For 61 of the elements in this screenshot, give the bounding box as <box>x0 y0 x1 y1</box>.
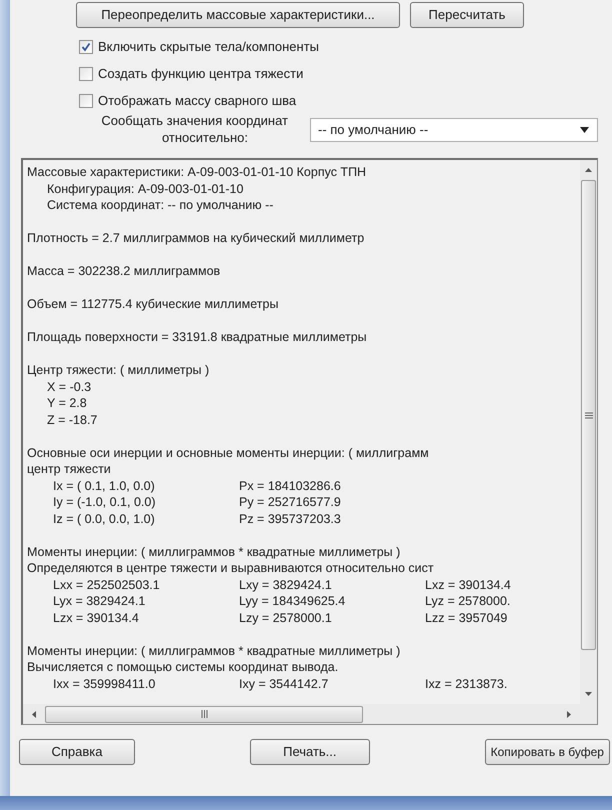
result-text: Z = -18.7 <box>47 412 98 428</box>
coordinate-dropdown[interactable]: -- по умолчанию -- <box>310 118 598 142</box>
result-value: Ixx = 359998411.0 <box>53 676 156 690</box>
result-value: Lxy = 3829424.1 <box>239 578 332 592</box>
result-text: Масса = 302238.2 миллиграммов <box>27 263 220 280</box>
checkbox[interactable] <box>79 94 93 108</box>
result-text: X = -0.3 <box>47 378 92 395</box>
result-value: Py = 252716577.9 <box>239 495 341 509</box>
result-text: Объем = 112775.4 кубические миллиметры <box>27 296 278 312</box>
result-value: Ix = ( 0.1, 1.0, 0.0) <box>53 478 155 492</box>
vertical-scrollbar[interactable] <box>580 160 597 704</box>
scroll-left-icon <box>32 710 36 718</box>
grip-icon <box>584 412 592 418</box>
result-value: Lxz = 390134.4 <box>425 578 511 592</box>
scroll-down-icon <box>585 692 592 696</box>
result-text: Площадь поверхности = 33191.8 квадратные миллиметры <box>27 329 367 346</box>
checkbox[interactable] <box>79 40 93 54</box>
result-text: Конфигурация: A-09-003-01-01-10 <box>47 180 244 197</box>
dropdown-arrow-icon <box>580 127 589 133</box>
field-label: относительно: <box>162 129 248 146</box>
result-value: Iz = ( 0.0, 0.0, 1.0) <box>53 512 155 526</box>
result-text: Плотность = 2.7 миллиграммов на кубический миллиметр <box>27 230 364 246</box>
result-value: Ixz = 2313873. <box>425 676 508 690</box>
result-text: Моменты инерции: ( миллиграммов * квадратные миллиметры ) <box>27 544 400 560</box>
checkbox[interactable] <box>79 67 93 81</box>
result-text: Y = 2.8 <box>47 395 87 412</box>
result-value: Iy = (-1.0, 0.1, 0.0) <box>53 495 156 509</box>
checkbox-label: Отображать массу сварного шва <box>98 92 296 110</box>
dialog-button[interactable]: Справка <box>19 739 135 765</box>
result-value: Px = 184103286.6 <box>239 478 341 492</box>
result-value: Lzx = 390134.4 <box>53 610 139 624</box>
check-icon <box>81 42 91 52</box>
result-value: Lzz = 3957049 <box>425 610 508 624</box>
dialog-button[interactable]: Пересчитать <box>410 2 524 28</box>
grip-icon <box>200 710 208 718</box>
scroll-right-icon <box>567 710 571 718</box>
result-text: Массовые характеристики: A-09-003-01-01-10 Корпус ТПН <box>27 164 366 180</box>
scrollbar-thumb[interactable] <box>581 180 596 650</box>
result-text: Определяются в центре тяжести и выравниваются относительно сист <box>27 560 434 576</box>
dialog-button[interactable]: Переопределить массовые характеристики... <box>76 2 400 28</box>
dialog-button[interactable]: Копировать в буфер <box>484 739 610 765</box>
result-value: Lyy = 184349625.4 <box>239 594 346 608</box>
dialog-button[interactable]: Печать... <box>250 739 370 765</box>
result-value: Lxx = 252502503.1 <box>53 578 160 592</box>
result-value: Lyz = 2578000. <box>425 594 510 608</box>
result-text: Моменты инерции: ( миллиграммов * квадратные миллиметры ) <box>27 642 400 659</box>
result-value: Ixy = 3544142.7 <box>239 676 328 690</box>
checkbox-label: Создать функцию центра тяжести <box>98 65 304 84</box>
checkbox-label: Включить скрытые тела/компоненты <box>98 38 320 56</box>
field-label: Сообщать значения координат <box>101 112 288 129</box>
result-text: Основные оси инерции и основные моменты инерции: ( миллиграмм <box>27 444 429 461</box>
result-text: центр тяжести <box>27 461 111 478</box>
result-text: Система координат: -- по умолчанию -- <box>47 197 274 214</box>
result-value: Pz = 395737203.3 <box>239 512 341 526</box>
result-value: Lyx = 3829424.1 <box>53 594 146 608</box>
result-value: Lzy = 2578000.1 <box>239 610 332 624</box>
result-text: Вычисляется с помощью системы координат вывода. <box>27 659 338 676</box>
scroll-up-icon <box>585 168 592 172</box>
result-text: Центр тяжести: ( миллиметры ) <box>27 362 210 378</box>
horizontal-scrollbar[interactable] <box>23 704 597 724</box>
scrollbar-thumb[interactable] <box>45 706 363 722</box>
